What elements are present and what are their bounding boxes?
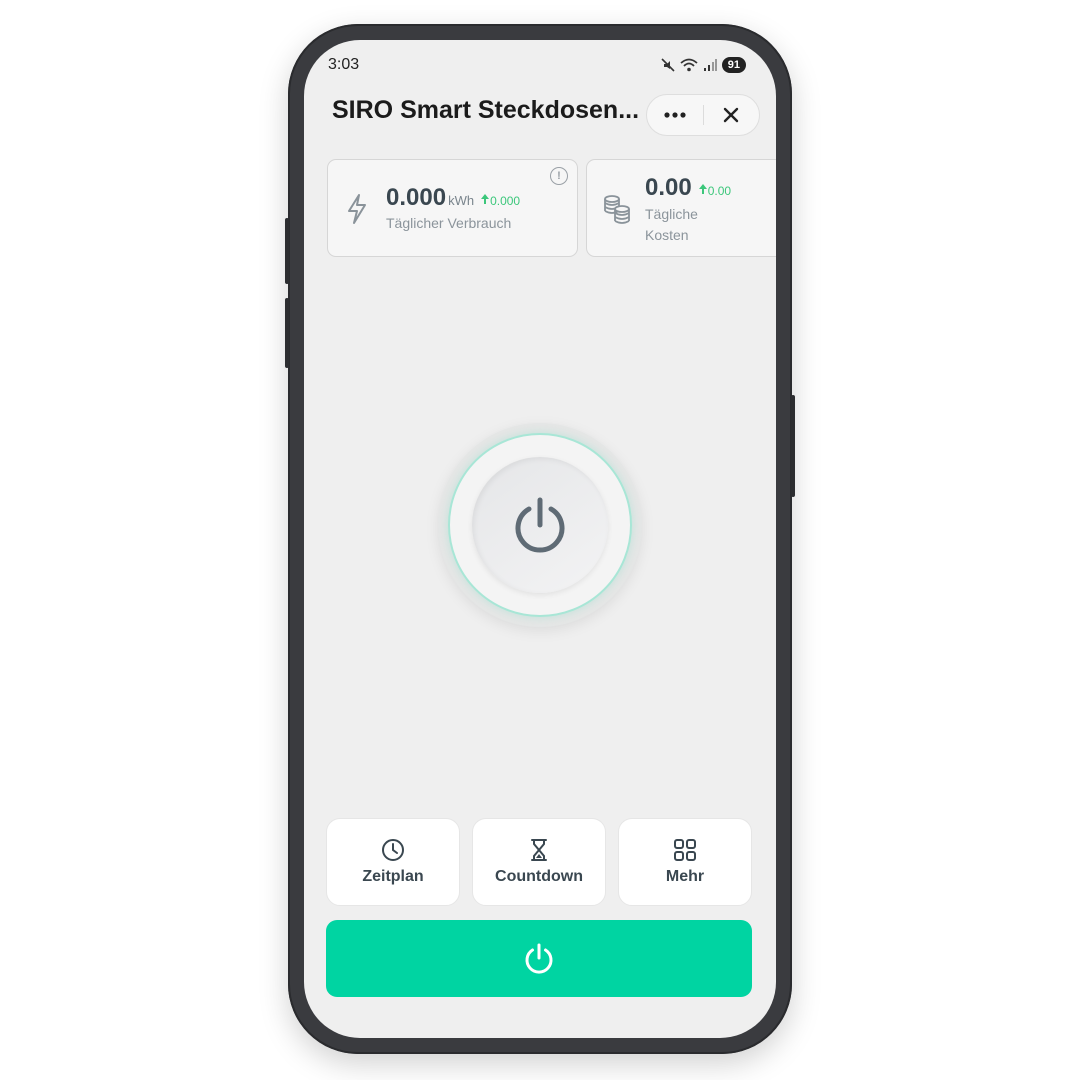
- battery-indicator: 91: [721, 57, 746, 73]
- consumption-delta: 0.000: [480, 193, 520, 208]
- cost-value: 0.00: [645, 174, 692, 201]
- signal-icon: [703, 59, 717, 71]
- close-button[interactable]: [704, 95, 760, 135]
- consumption-label: Täglicher Verbrauch: [386, 215, 512, 231]
- status-time: 3:03: [328, 56, 360, 73]
- phone-side-button-right: [791, 395, 795, 497]
- power-icon: [515, 497, 565, 553]
- consumption-unit: kWh: [448, 193, 475, 208]
- hourglass-icon: [531, 839, 547, 861]
- info-icon[interactable]: !: [550, 167, 568, 185]
- app-screen: 3:03 91 SIRO Smart Steckdosen... 0.000 k…: [304, 40, 776, 1038]
- countdown-button[interactable]: Countdown: [472, 818, 606, 906]
- countdown-label: Countdown: [495, 868, 583, 885]
- arrow-up-icon: [481, 194, 490, 204]
- power-toggle-knob[interactable]: [472, 457, 608, 593]
- arrow-up-icon: [698, 184, 707, 194]
- lightning-icon: [348, 194, 366, 224]
- clock-icon: [382, 839, 404, 861]
- power-button[interactable]: [326, 920, 752, 997]
- mute-icon: [661, 58, 675, 72]
- close-icon: [724, 107, 739, 123]
- consumption-value: 0.000: [386, 184, 447, 211]
- more-dots-icon: [664, 112, 686, 118]
- cost-delta: 0.00: [698, 183, 731, 198]
- power-icon: [525, 943, 553, 974]
- page-title: SIRO Smart Steckdosen...: [332, 96, 640, 124]
- grid-icon: [674, 839, 696, 861]
- daily-cost-card[interactable]: 0.00 0.00 Tägliche Kosten: [586, 159, 776, 257]
- coins-icon: [604, 195, 630, 224]
- more-options-button[interactable]: Mehr: [618, 818, 752, 906]
- phone-side-button-left-1: [285, 218, 289, 284]
- schedule-button[interactable]: Zeitplan: [326, 818, 460, 906]
- schedule-label: Zeitplan: [362, 868, 424, 885]
- wifi-icon: [680, 58, 698, 72]
- mini-program-capsule: [646, 94, 760, 136]
- more-label: Mehr: [665, 868, 705, 885]
- cost-label: Tägliche Kosten: [645, 206, 698, 243]
- daily-consumption-card[interactable]: 0.000 kWh 0.000 Täglicher Verbrauch !: [327, 159, 578, 257]
- more-button[interactable]: [647, 95, 703, 135]
- phone-side-button-left-2: [285, 298, 289, 368]
- status-icons: 91: [661, 57, 746, 73]
